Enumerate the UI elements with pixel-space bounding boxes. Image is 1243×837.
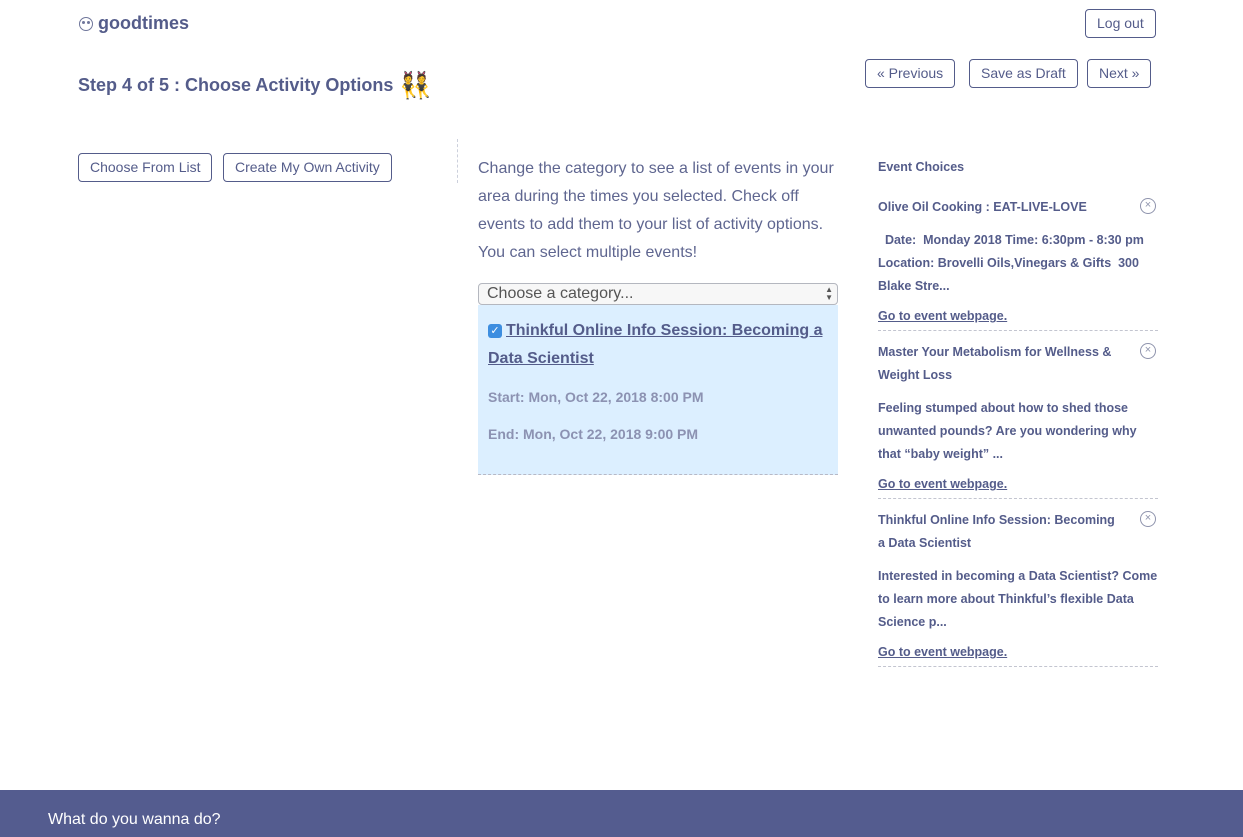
- event-end-time: End: Mon, Oct 22, 2018 9:00 PM: [488, 426, 699, 442]
- previous-button[interactable]: « Previous: [865, 59, 956, 88]
- create-my-own-activity-button[interactable]: Create My Own Activity: [223, 153, 392, 182]
- event-choice-item: Olive Oil Cooking : EAT-LIVE-LOVE × Date…: [878, 186, 1158, 331]
- choose-from-list-button[interactable]: Choose From List: [78, 153, 213, 182]
- event-choices-heading: Event Choices: [878, 160, 965, 174]
- event-choice-title: Master Your Metabolism for Wellness & We…: [878, 345, 1112, 382]
- event-choice-description: Feeling stumped about how to shed those …: [878, 401, 1137, 461]
- event-list-item: ✓ Thinkful Online Info Session: Becoming …: [478, 305, 838, 475]
- smiley-logo-icon: [79, 16, 93, 31]
- remove-circle-x-icon[interactable]: ×: [1140, 343, 1156, 359]
- event-choice-item: Master Your Metabolism for Wellness & We…: [878, 331, 1158, 499]
- logout-button[interactable]: Log out: [1085, 9, 1156, 38]
- event-choice-title: Olive Oil Cooking : EAT-LIVE-LOVE: [878, 200, 1087, 214]
- event-title-link[interactable]: Thinkful Online Info Session: Becoming a…: [488, 322, 822, 367]
- footer-prompt-text: What do you wanna do?: [48, 811, 221, 828]
- event-checkbox[interactable]: ✓: [488, 324, 502, 338]
- page-title: Step 4 of 5 : Choose Activity Options 👯: [78, 72, 432, 98]
- select-arrows-icon: ▲ ▼: [825, 285, 833, 302]
- event-start-time: Start: Mon, Oct 22, 2018 8:00 PM: [488, 389, 704, 405]
- instructions-text: Change the category to see a list of eve…: [478, 160, 834, 261]
- logo-text: goodtimes: [98, 13, 190, 33]
- category-select-value: Choose a category...: [487, 285, 634, 302]
- footer-bar: What do you wanna do?: [0, 790, 1243, 837]
- step-title-text: Step 4 of 5 : Choose Activity Options: [78, 74, 394, 95]
- column-divider: [457, 139, 458, 183]
- event-choice-description: Date: Monday 2018 Time: 6:30pm - 8:30 pm…: [878, 233, 1144, 293]
- event-webpage-link[interactable]: Go to event webpage.: [878, 308, 1158, 324]
- save-draft-button[interactable]: Save as Draft: [969, 59, 1078, 88]
- event-choices-panel: Event Choices Olive Oil Cooking : EAT-LI…: [878, 160, 1158, 667]
- remove-circle-x-icon[interactable]: ×: [1140, 198, 1156, 214]
- logo[interactable]: goodtimes: [79, 13, 189, 34]
- event-webpage-link[interactable]: Go to event webpage.: [878, 644, 1158, 660]
- event-choice-item: Thinkful Online Info Session: Becoming a…: [878, 499, 1158, 667]
- event-choice-title: Thinkful Online Info Session: Becoming a…: [878, 513, 1115, 550]
- event-webpage-link[interactable]: Go to event webpage.: [878, 476, 1158, 492]
- next-button[interactable]: Next »: [1087, 59, 1152, 88]
- dancers-emoji-icon: 👯: [399, 70, 432, 100]
- event-choice-description: Interested in becoming a Data Scientist?…: [878, 569, 1158, 629]
- category-select[interactable]: Choose a category... ▲ ▼: [478, 283, 838, 305]
- remove-circle-x-icon[interactable]: ×: [1140, 511, 1156, 527]
